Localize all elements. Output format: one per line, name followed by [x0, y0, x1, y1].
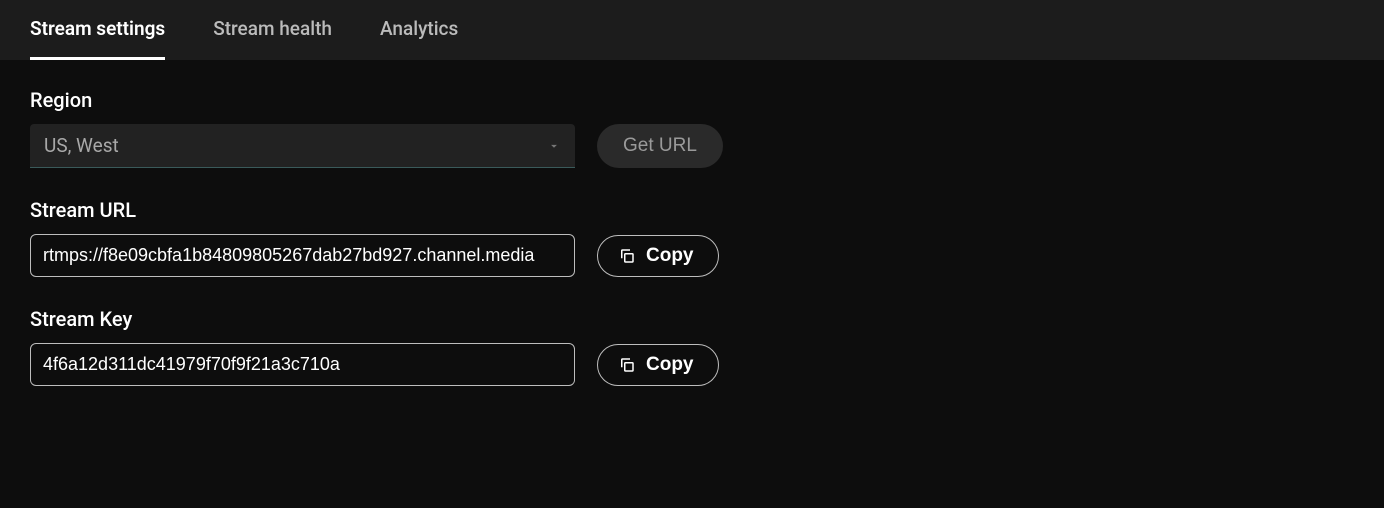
copy-icon [618, 356, 636, 374]
region-label: Region [30, 88, 1354, 112]
tab-stream-health[interactable]: Stream health [213, 0, 332, 60]
stream-key-input[interactable] [30, 343, 575, 386]
stream-key-label: Stream Key [30, 307, 1354, 331]
tab-analytics[interactable]: Analytics [380, 0, 458, 60]
copy-icon [618, 247, 636, 265]
copy-stream-url-button[interactable]: Copy [597, 235, 719, 277]
copy-stream-key-button[interactable]: Copy [597, 344, 719, 386]
region-select[interactable]: US, West [30, 124, 575, 168]
region-select-wrap: US, West [30, 124, 575, 168]
get-url-button[interactable]: Get URL [597, 124, 723, 168]
stream-url-label: Stream URL [30, 198, 1354, 222]
tab-stream-settings[interactable]: Stream settings [30, 0, 165, 60]
copy-button-label: Copy [646, 354, 694, 376]
stream-url-input[interactable] [30, 234, 575, 277]
copy-button-label: Copy [646, 245, 694, 267]
stream-settings-panel: Region US, West Get URL Stream URL Copy … [0, 60, 1384, 444]
tab-bar: Stream settings Stream health Analytics [0, 0, 1384, 60]
